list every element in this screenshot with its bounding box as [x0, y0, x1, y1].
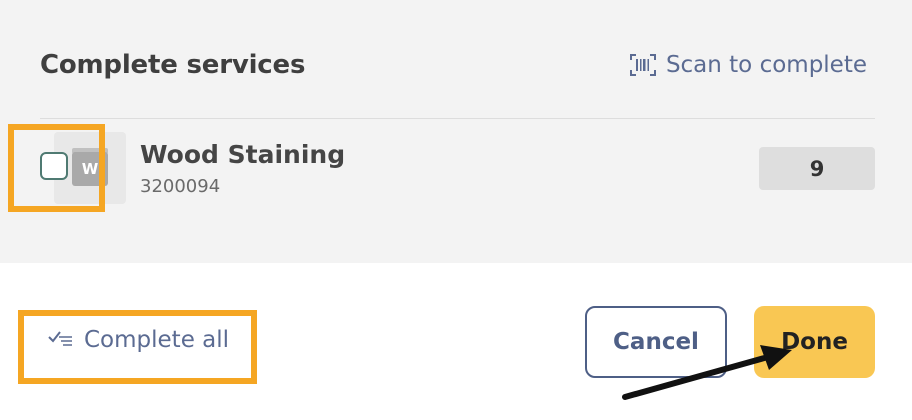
thumbnail-letter: W — [81, 160, 99, 178]
service-code: 3200094 — [140, 176, 221, 197]
quantity-field[interactable]: 9 — [759, 147, 875, 190]
complete-all-button[interactable]: Complete all — [48, 327, 229, 353]
services-panel: Complete services Scan to complete W Woo… — [0, 0, 912, 263]
done-button[interactable]: Done — [754, 306, 875, 378]
cancel-button[interactable]: Cancel — [585, 306, 727, 378]
barcode-scan-icon — [629, 54, 656, 76]
complete-all-label: Complete all — [84, 327, 230, 353]
service-checkbox[interactable] — [40, 152, 68, 180]
divider — [40, 118, 875, 119]
section-title: Complete services — [40, 50, 306, 80]
check-list-icon — [48, 327, 74, 353]
scan-to-complete-label: Scan to complete — [665, 52, 867, 78]
service-box-icon: W — [72, 152, 108, 186]
service-row: W Wood Staining 3200094 9 — [40, 132, 875, 206]
service-name: Wood Staining — [140, 140, 346, 169]
scan-to-complete-link[interactable]: Scan to complete — [629, 52, 867, 78]
